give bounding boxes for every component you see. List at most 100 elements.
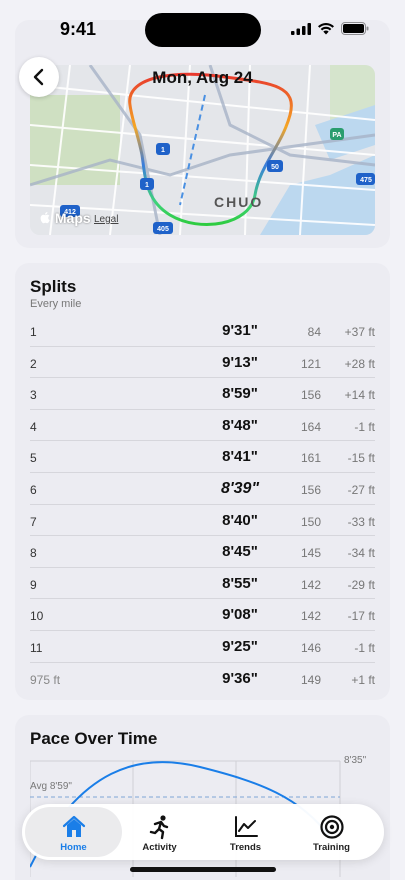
split-pace: 9'36"	[222, 669, 258, 687]
tab-activity-label: Activity	[142, 842, 177, 853]
split-elevation: -34 ft	[347, 546, 375, 561]
split-row[interactable]: 9 8'55" 142 -29 ft	[30, 568, 375, 600]
split-row[interactable]: 5 8'41" 161 -15 ft	[30, 441, 375, 473]
split-row[interactable]: 6 8'39" 156 -27 ft	[30, 473, 375, 505]
split-pace: 8'48"	[222, 416, 258, 434]
split-pace: 9'31"	[222, 322, 258, 339]
target-icon	[320, 815, 344, 839]
split-pace: 8'41"	[222, 448, 258, 466]
tab-bar: Home Activity Trends Training	[22, 804, 384, 860]
split-row[interactable]: 4 8'48" 164 -1 ft	[30, 410, 375, 442]
split-bar-track	[87, 644, 167, 650]
split-row[interactable]: 11 9'25" 146 -1 ft	[30, 631, 375, 663]
split-label: 4	[30, 419, 37, 434]
workout-date-title: Mon, Aug 24	[152, 68, 253, 87]
split-elevation: -17 ft	[347, 609, 375, 624]
chart-icon	[235, 816, 258, 837]
split-label: 6	[30, 483, 37, 497]
pace-over-time-title: Pace Over Time	[30, 729, 158, 748]
route-shield-1b: 1	[145, 182, 149, 189]
split-label: 5	[30, 451, 37, 466]
split-label: 10	[30, 609, 44, 624]
split-pace: 8'45"	[222, 543, 258, 561]
status-time: 9:41	[60, 19, 97, 39]
house-icon	[62, 815, 86, 837]
tab-activity[interactable]: Activity	[111, 807, 208, 857]
tab-home-label: Home	[60, 842, 87, 853]
split-bar-track	[87, 676, 167, 682]
split-row[interactable]: 975 ft 9'36" 149 +1 ft	[30, 663, 375, 695]
maps-label: Maps	[54, 210, 91, 226]
split-elevation: +37 ft	[344, 325, 375, 339]
status-icons	[291, 22, 369, 35]
split-heart-rate: 121	[300, 356, 321, 371]
split-pace: 8'59"	[222, 385, 258, 403]
split-label: 3	[30, 388, 37, 403]
split-row[interactable]: 8 8'45" 145 -34 ft	[30, 536, 375, 568]
route-shield-50: 50	[271, 164, 279, 171]
apple-maps-logo: Maps	[40, 210, 91, 226]
home-indicator	[130, 867, 276, 872]
tab-trends-label: Trends	[229, 842, 262, 853]
status-bar: 9:41	[0, 0, 405, 60]
wifi-icon	[318, 22, 334, 35]
map-district-label: CHUO	[214, 194, 264, 210]
split-heart-rate: 156	[300, 483, 321, 497]
split-pace: 8'39"	[220, 480, 260, 497]
split-pace: 8'40"	[222, 511, 258, 529]
split-heart-rate: 164	[300, 419, 321, 434]
split-label: 1	[30, 325, 37, 339]
split-elevation: +28 ft	[344, 356, 375, 371]
split-label: 975 ft	[30, 672, 61, 687]
split-bar-track	[87, 360, 167, 366]
split-pace: 8'55"	[222, 574, 258, 592]
split-pace: 9'25"	[222, 638, 258, 655]
tab-home[interactable]: Home	[25, 807, 122, 857]
signal-icon	[291, 22, 311, 35]
split-elevation: +1 ft	[351, 672, 375, 687]
split-bar-track	[87, 518, 167, 524]
avg-pace-label: Avg 8'59"	[30, 781, 72, 792]
split-bar-track	[87, 486, 167, 492]
splits-card: Splits Every mile 1 9'31" 84 +37 ft 2 9'13" 12…	[15, 263, 390, 700]
split-heart-rate: 149	[300, 672, 321, 687]
split-elevation: -29 ft	[347, 577, 375, 592]
split-row[interactable]: 2 9'13" 121 +28 ft	[30, 347, 375, 379]
split-bar-track	[87, 328, 167, 334]
split-heart-rate: 142	[300, 609, 321, 624]
route-shield-1a: 1	[161, 147, 165, 154]
split-heart-rate: 84	[307, 325, 321, 339]
runner-icon	[149, 815, 169, 840]
dynamic-island	[145, 13, 261, 47]
split-heart-rate: 145	[300, 546, 321, 561]
apple-logo-icon	[40, 212, 50, 224]
maps-legal-link[interactable]: Legal	[94, 214, 118, 225]
split-elevation: -15 ft	[347, 451, 375, 466]
split-bar-track	[87, 423, 167, 429]
split-heart-rate: 161	[300, 451, 321, 466]
split-bar-track	[87, 581, 167, 587]
route-shield-475: 475	[360, 177, 372, 184]
split-heart-rate: 156	[300, 388, 321, 403]
split-row[interactable]: 7 8'40" 150 -33 ft	[30, 505, 375, 537]
route-shield-pa: PA	[332, 132, 341, 139]
split-pace: 9'13"	[222, 353, 258, 371]
tab-training[interactable]: Training	[283, 807, 380, 857]
split-elevation: -33 ft	[347, 514, 375, 529]
split-label: 9	[30, 577, 37, 592]
split-row[interactable]: 10 9'08" 142 -17 ft	[30, 599, 375, 631]
pace-axis-top-label: 8'35"	[344, 755, 367, 766]
split-elevation: -1 ft	[354, 641, 375, 655]
split-bar-track	[87, 612, 167, 618]
split-elevation: +14 ft	[344, 388, 375, 403]
tab-trends[interactable]: Trends	[197, 807, 294, 857]
battery-icon	[341, 22, 369, 35]
split-heart-rate: 150	[300, 514, 321, 529]
split-label: 2	[30, 356, 37, 371]
split-heart-rate: 146	[300, 641, 321, 655]
splits-title: Splits	[30, 277, 77, 296]
split-row[interactable]: 3 8'59" 156 +14 ft	[30, 378, 375, 410]
split-bar-track	[87, 549, 167, 555]
split-elevation: -27 ft	[347, 483, 375, 497]
split-row[interactable]: 1 9'31" 84 +37 ft	[30, 315, 375, 347]
